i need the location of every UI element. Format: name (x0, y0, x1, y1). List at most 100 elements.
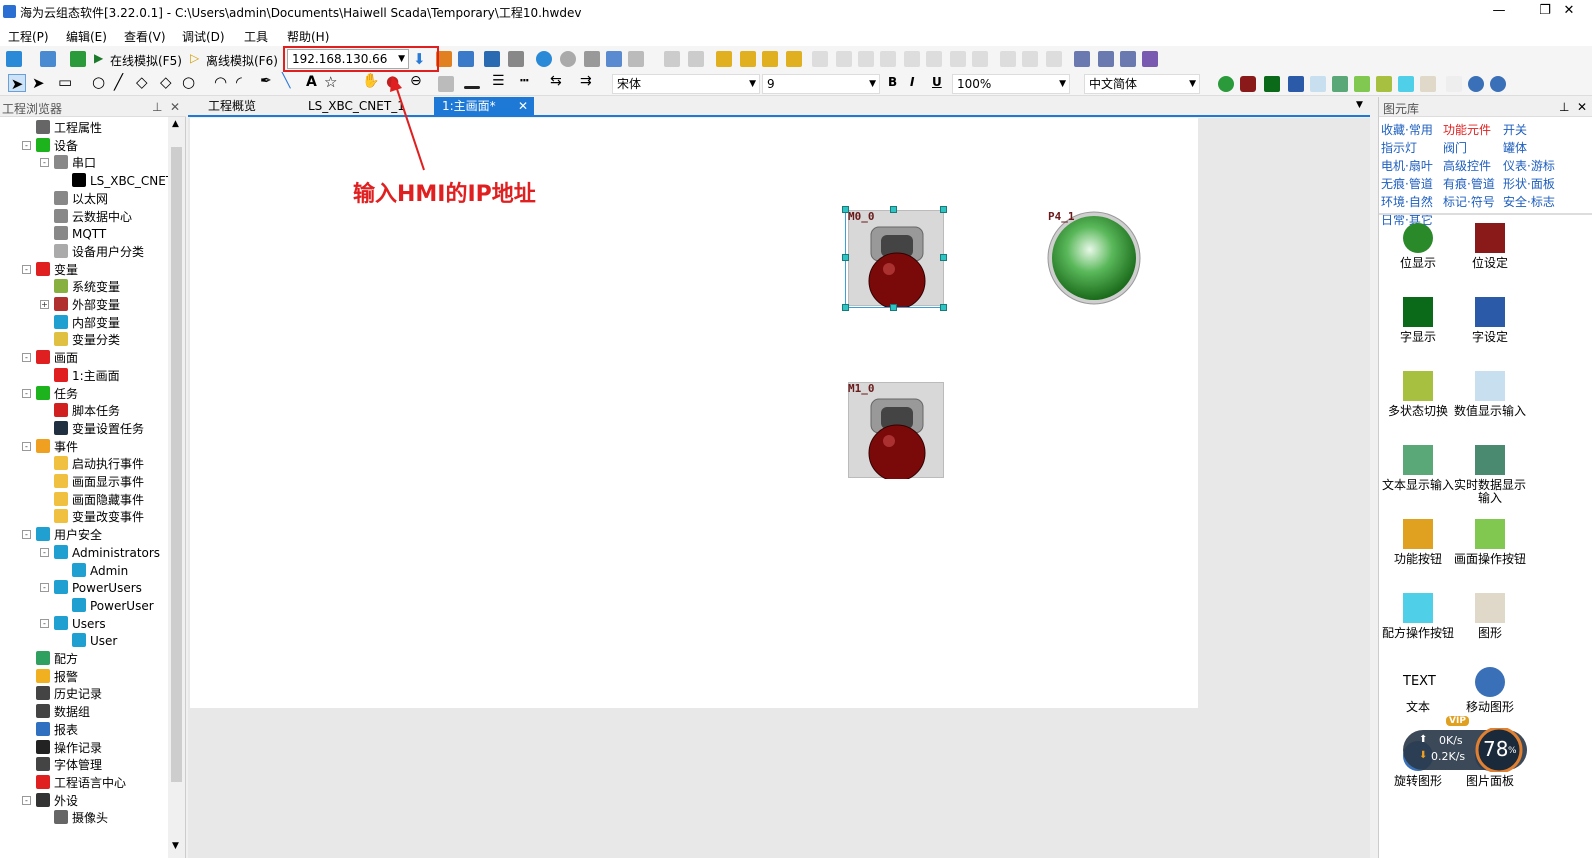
text-input-icon[interactable] (1332, 76, 1348, 92)
tree-item[interactable]: 报表 (36, 721, 78, 739)
bit-set-icon[interactable] (1240, 76, 1256, 92)
distribute-h-icon[interactable] (950, 51, 966, 67)
category-item[interactable]: 安全·标志 (1503, 193, 1555, 210)
category-item[interactable]: 电机·扇叶 (1381, 157, 1433, 174)
menu-debug[interactable]: 调试(D) (182, 28, 225, 45)
text-element-icon[interactable] (1446, 76, 1462, 92)
same-size-icon[interactable] (1046, 51, 1062, 67)
category-item[interactable]: 指示灯 (1381, 139, 1417, 156)
tree-expander[interactable]: - (40, 547, 49, 557)
scroll-down-icon[interactable]: ▼ (172, 841, 179, 851)
arrow-end-icon[interactable]: ⇉ (580, 73, 592, 89)
tree-item[interactable]: 1:主画面 (54, 367, 120, 385)
same-height-icon[interactable] (1022, 51, 1038, 67)
word-set-icon[interactable] (1288, 76, 1304, 92)
ellipse-icon[interactable]: ○ (182, 73, 195, 91)
tree-item[interactable]: 启动执行事件 (54, 455, 144, 473)
resize-handle[interactable] (842, 254, 849, 261)
library-item[interactable]: 画面操作按钮 (1453, 519, 1527, 566)
mirror-icon[interactable] (1142, 51, 1158, 67)
distribute-v-icon[interactable] (972, 51, 988, 67)
tree-expander[interactable]: - (40, 583, 49, 593)
resize-handle[interactable] (842, 304, 849, 311)
tree-item[interactable]: 数据组 (36, 703, 90, 721)
tree-item[interactable]: 字体管理 (36, 756, 102, 774)
resize-handle[interactable] (940, 206, 947, 213)
screen-icon[interactable] (508, 51, 524, 67)
fill-color-icon[interactable] (438, 76, 454, 92)
send-back-icon[interactable] (740, 51, 756, 67)
category-item[interactable]: 收藏·常用 (1381, 121, 1433, 138)
library-item[interactable]: 字显示 (1381, 297, 1455, 344)
tree-item[interactable]: User (72, 632, 117, 650)
send-backward-icon[interactable] (786, 51, 802, 67)
numeric-input-icon[interactable] (1310, 76, 1326, 92)
align-middle-icon[interactable] (926, 51, 942, 67)
scrollbar-thumb[interactable] (171, 147, 182, 782)
indicator-lamp-p4[interactable] (1046, 210, 1142, 306)
tree-item[interactable]: 设备用户分类 (54, 243, 144, 261)
tree-scrollbar[interactable]: ▲ ▼ (168, 117, 185, 858)
network-icon[interactable] (458, 51, 474, 67)
pin-icon[interactable]: ⊥ (152, 100, 162, 114)
tab-main-screen[interactable]: 1:主画面* ✕ (434, 97, 534, 116)
category-item[interactable]: 有痕·管道 (1443, 175, 1495, 192)
undo-icon[interactable] (536, 51, 552, 67)
tree-item[interactable]: Administrators (54, 544, 160, 562)
category-item[interactable]: 开关 (1503, 121, 1527, 138)
save-icon[interactable] (40, 51, 56, 67)
menu-project[interactable]: 工程(P) (8, 28, 49, 45)
library-item[interactable]: 数值显示输入 (1453, 371, 1527, 418)
line-icon[interactable]: ╱ (114, 73, 123, 91)
rotate-graphic-icon[interactable] (1490, 76, 1506, 92)
library-item[interactable]: 位显示 (1381, 223, 1455, 270)
tree-item[interactable]: 设备 (36, 137, 78, 155)
tree-expander[interactable]: - (40, 158, 49, 168)
tree-item[interactable]: 画面隐藏事件 (54, 491, 144, 509)
library-item[interactable]: 实时数据显示输入 (1453, 445, 1527, 505)
align-center-icon[interactable] (858, 51, 874, 67)
tree-item[interactable]: PowerUsers (54, 579, 142, 597)
library-item[interactable]: TEXT 文本 (1381, 667, 1455, 714)
tree-item[interactable]: PowerUser (72, 597, 154, 615)
multistate-icon[interactable] (1376, 76, 1392, 92)
same-width-icon[interactable] (1000, 51, 1016, 67)
ungroup-icon[interactable] (688, 51, 704, 67)
tree-item[interactable]: 用户安全 (36, 526, 102, 544)
tree-expander[interactable]: - (22, 140, 31, 150)
close-button[interactable]: ✕ (1546, 0, 1592, 22)
pen-icon[interactable]: ✒ (260, 73, 272, 89)
tree-expander[interactable]: - (22, 795, 31, 805)
screen-button-icon[interactable] (1354, 76, 1370, 92)
underline-button[interactable]: U (932, 75, 942, 89)
offline-sim-button[interactable]: 离线模拟(F6) (206, 52, 278, 69)
minimize-button[interactable]: — (1476, 0, 1522, 22)
tree-item[interactable]: 云数据中心 (54, 208, 132, 226)
tree-expander[interactable]: - (22, 264, 31, 274)
library-item[interactable]: 位设定 (1453, 223, 1527, 270)
italic-button[interactable]: I (910, 75, 914, 89)
library-item[interactable]: 移动图形 (1453, 667, 1527, 714)
tree-expander[interactable]: + (40, 300, 49, 309)
tree-item[interactable]: Users (54, 615, 106, 633)
tree-expander[interactable]: - (22, 388, 31, 398)
resize-handle[interactable] (842, 206, 849, 213)
category-item[interactable]: 无痕·管道 (1381, 175, 1433, 192)
close-icon[interactable]: ✕ (1577, 100, 1587, 114)
copy-icon[interactable] (606, 51, 622, 67)
category-item[interactable]: 高级控件 (1443, 157, 1491, 174)
tree-expander[interactable]: - (40, 618, 49, 628)
tree-expander[interactable]: - (22, 353, 31, 363)
recipe-button-icon[interactable] (1398, 76, 1414, 92)
tree-expander[interactable]: - (22, 530, 31, 540)
scroll-up-icon[interactable]: ▲ (172, 119, 179, 129)
circle-icon[interactable]: ○ (92, 73, 105, 91)
tree-item[interactable]: 历史记录 (36, 685, 102, 703)
resize-handle[interactable] (940, 254, 947, 261)
download-icon[interactable] (70, 51, 86, 67)
rectangle-icon[interactable]: ▭ (58, 73, 72, 91)
resize-handle[interactable] (890, 304, 897, 311)
curve-icon[interactable]: ◜ (236, 73, 242, 91)
cut-icon[interactable] (584, 51, 600, 67)
font-size-select[interactable]: 9 ▼ (762, 74, 880, 94)
